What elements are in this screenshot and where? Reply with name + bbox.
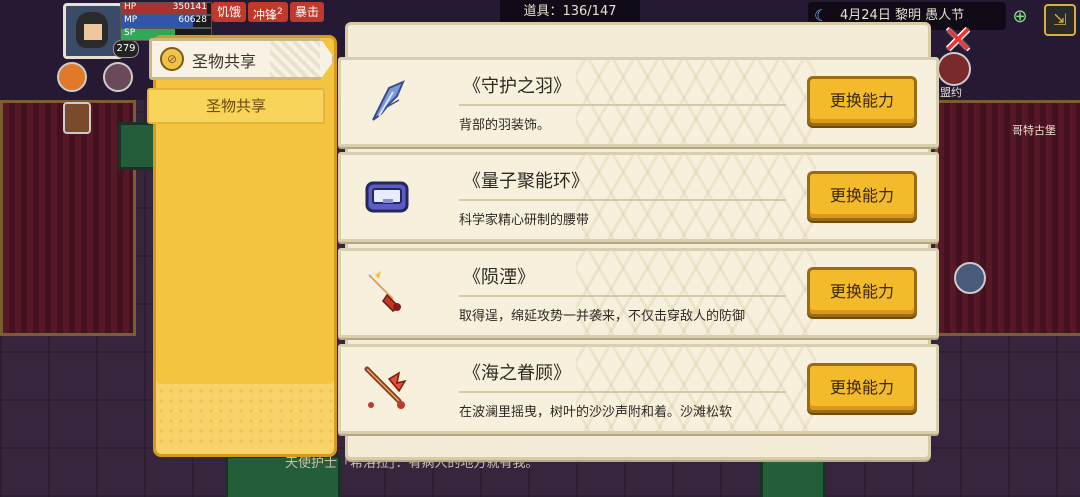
hp-bar: HP 350141: [120, 2, 212, 15]
flame-sword-icon: [359, 265, 415, 321]
divider: [459, 391, 786, 393]
exit-icon[interactable]: ⇲: [1044, 4, 1076, 36]
relic-card: 《量子聚能环》 科学家精心研制的腰带 更换能力: [338, 152, 939, 242]
mp-value: 60628: [178, 15, 207, 25]
relic-name: 《海之眷顾》: [463, 363, 571, 384]
subtab-relic-share[interactable]: 圣物共享: [147, 88, 325, 124]
relic-name: 《守护之羽》: [463, 76, 571, 97]
relic-card: 《守护之羽》 背部的羽装饰。 更换能力: [338, 57, 939, 147]
relic-card: 《海之眷顾》 在波澜里摇曳，树叶的沙沙声附和着。沙滩松软 更换能力: [338, 344, 939, 434]
tab-label: 圣物共享: [192, 52, 257, 71]
relic-description: 背部的羽装饰。: [459, 118, 551, 133]
skill-icon[interactable]: [103, 62, 133, 92]
relic-name: 《量子聚能环》: [463, 171, 589, 192]
avatar-face: [84, 24, 102, 40]
sidebar-decoration: [156, 386, 334, 446]
status-hungry[interactable]: 饥饿: [212, 2, 247, 22]
sp-label: SP: [124, 28, 136, 38]
status-charge-label: 冲锋: [253, 8, 278, 22]
tab-relic-share[interactable]: ⊘ 圣物共享: [149, 38, 335, 80]
relic-name: 《陨湮》: [463, 267, 535, 288]
relic-card: 《陨湮》 取得逞，绵延攻势一并袭来，不仅击穿敌人的防御 更换能力: [338, 248, 939, 338]
relic-icon: ⊘: [160, 47, 184, 71]
change-ability-button[interactable]: 更换能力: [807, 171, 917, 221]
relic-description: 取得逞，绵延攻势一并袭来，不仅击穿敌人的防御: [459, 309, 746, 324]
tab-pattern: [270, 41, 320, 77]
skill-icon[interactable]: [57, 62, 87, 92]
mp-bar: MP 60628: [120, 15, 212, 28]
divider: [459, 199, 786, 201]
status-charge-count: 2: [277, 7, 283, 17]
close-icon[interactable]: ✕: [942, 21, 974, 59]
location-label: 哥特古堡: [1012, 124, 1056, 137]
card-pattern: [576, 347, 816, 431]
change-ability-button[interactable]: 更换能力: [807, 76, 917, 126]
hp-label: HP: [124, 2, 137, 12]
card-pattern: [576, 60, 816, 144]
relic-description: 在波澜里摇曳，树叶的沙沙声附和着。沙滩松软: [459, 405, 733, 420]
item-count: 道具：136/147: [500, 0, 640, 24]
hp-value: 350141: [172, 2, 207, 12]
status-crit[interactable]: 暴击: [290, 2, 325, 22]
coral-sword-icon: [359, 361, 415, 417]
change-ability-button[interactable]: 更换能力: [807, 267, 917, 317]
feather-icon: [359, 74, 415, 130]
card-pattern: [576, 251, 816, 335]
status-charge[interactable]: 冲锋2: [248, 2, 288, 22]
divider: [459, 104, 786, 106]
change-ability-button[interactable]: 更换能力: [807, 363, 917, 413]
belt-icon: [359, 169, 415, 225]
card-pattern: [576, 155, 816, 239]
network-icon[interactable]: ⊕: [1007, 4, 1033, 30]
pact-label: 盟约: [940, 86, 962, 99]
divider: [459, 295, 786, 297]
relic-description: 科学家精心研制的腰带: [459, 213, 590, 228]
backpack-icon[interactable]: [63, 102, 91, 134]
gear-icon[interactable]: [954, 262, 986, 294]
mp-label: MP: [124, 15, 138, 25]
player-level: 279: [113, 40, 139, 58]
